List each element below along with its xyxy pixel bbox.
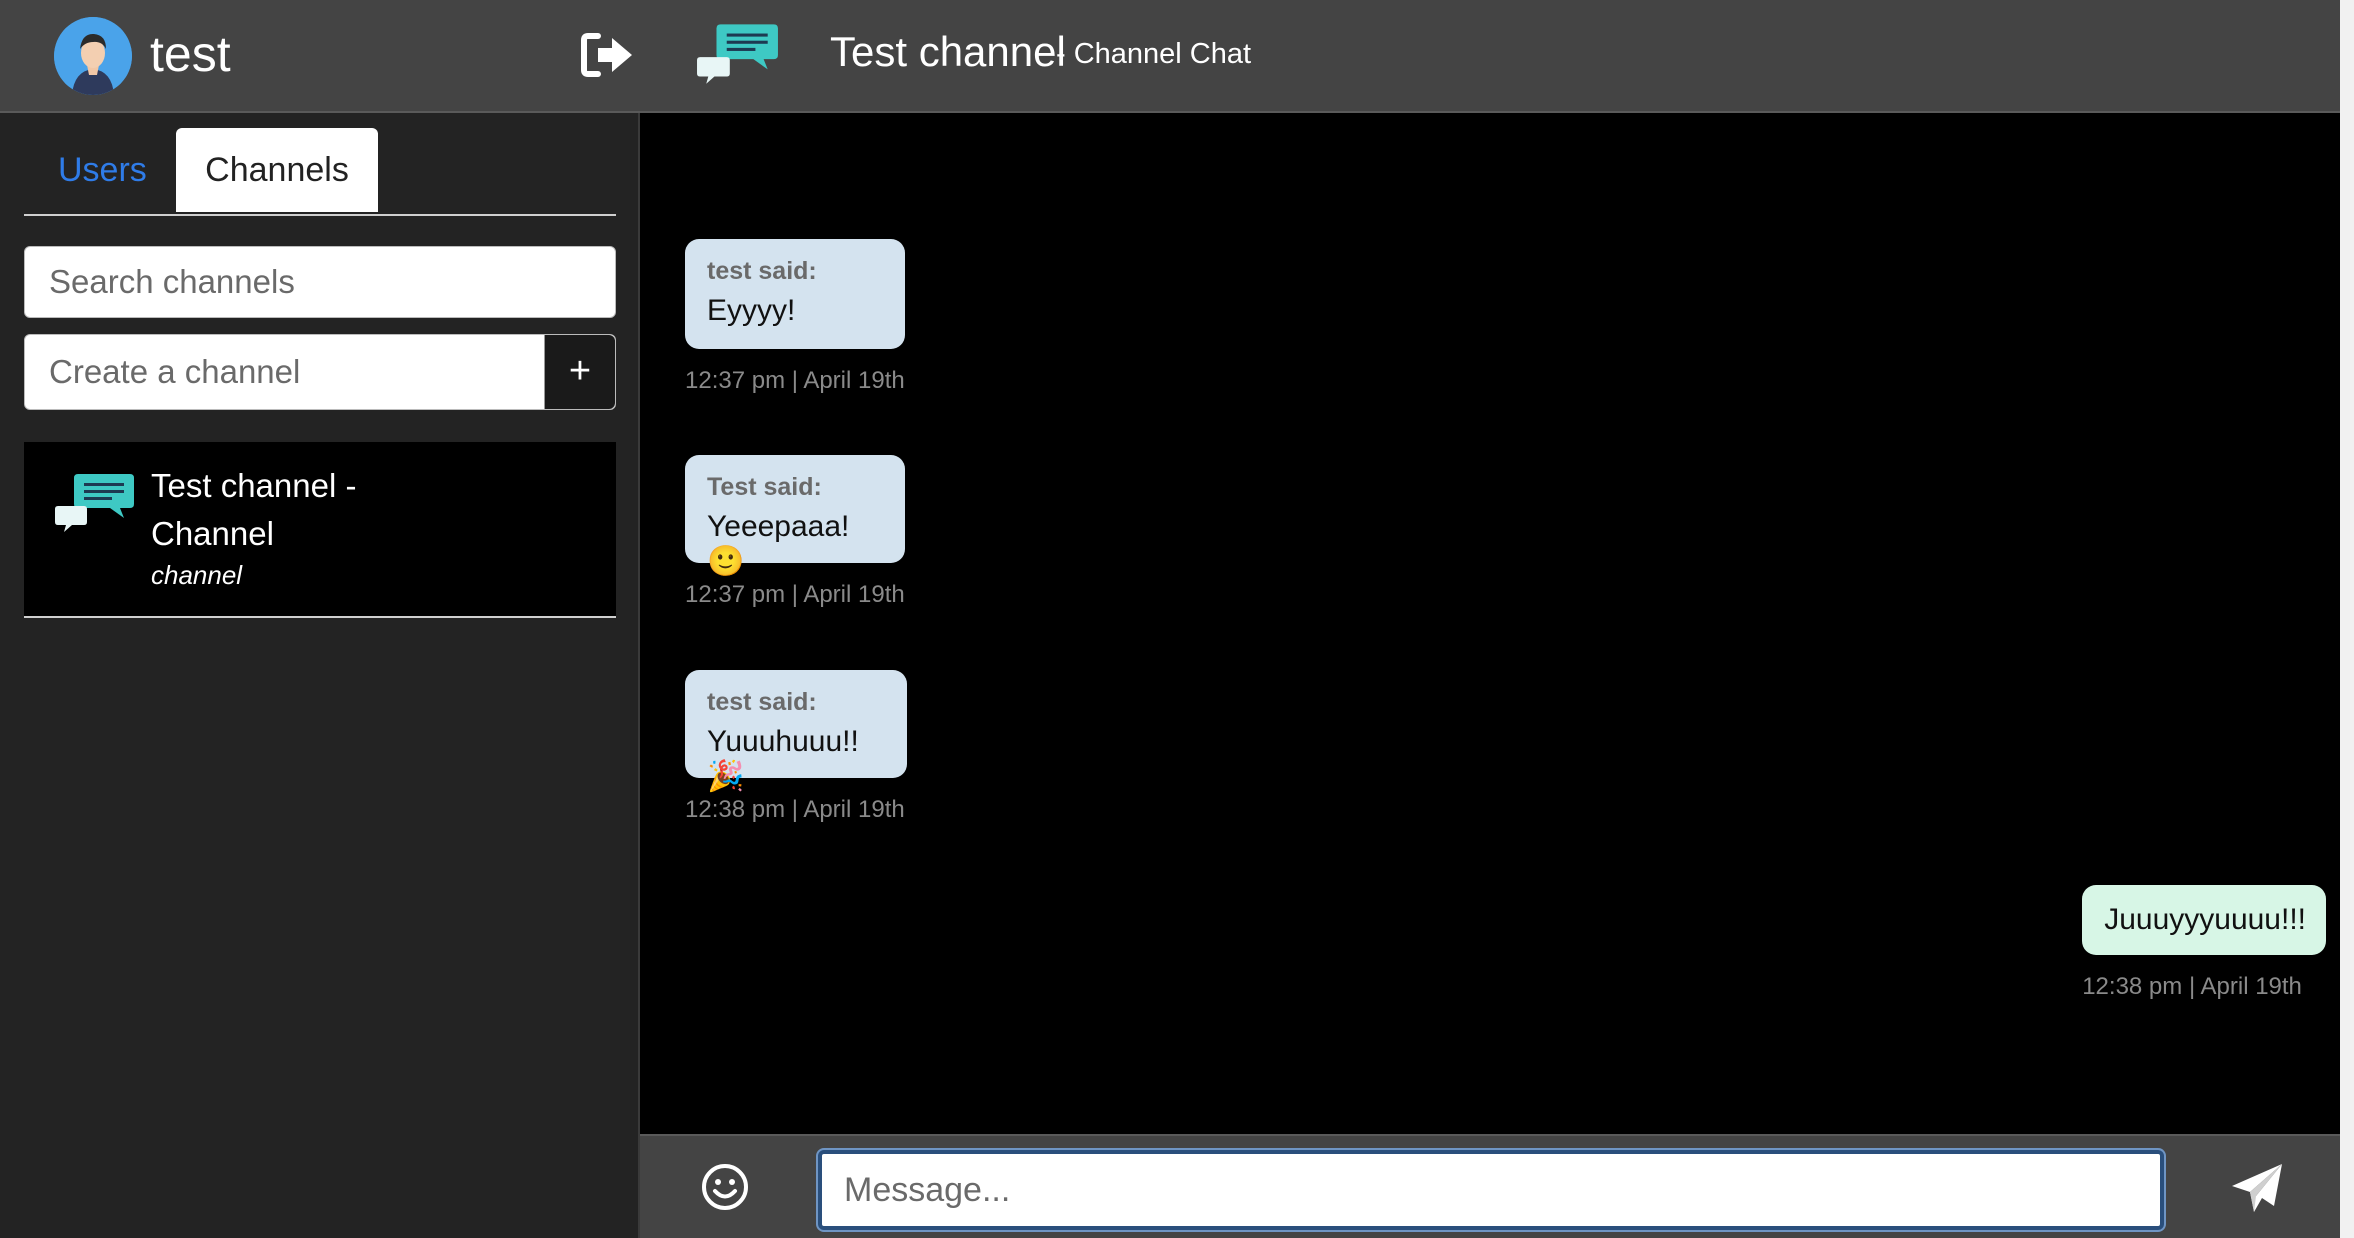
chat-bubbles-icon: [55, 474, 134, 532]
message-incoming: Test said: Yeeepaaa! 🙂 12:37 pm | April …: [685, 455, 905, 609]
message-text: Eyyyy!: [707, 294, 796, 327]
create-channel-field: +: [24, 334, 616, 410]
create-channel-input[interactable]: [25, 335, 545, 409]
search-channels-input[interactable]: [25, 247, 615, 317]
emoji-button[interactable]: [700, 1162, 750, 1212]
message-sender: test said:: [707, 257, 817, 285]
username: test: [150, 26, 231, 82]
search-channels-field: [24, 246, 616, 318]
message-sender: test said:: [707, 688, 817, 716]
message-sender: Test said:: [707, 473, 822, 501]
message-field: [818, 1150, 2164, 1230]
message-bubble: test said: Eyyyy!: [685, 239, 905, 349]
message-timestamp: 12:37 pm | April 19th: [685, 367, 905, 394]
chat-title: Test channel: [830, 28, 1066, 75]
chat-bubbles-icon: [697, 24, 778, 84]
chat-header: Test channel - Channel Chat: [640, 0, 2340, 113]
send-button[interactable]: [2230, 1162, 2284, 1214]
chat-subtitle: - Channel Chat: [1056, 38, 1252, 70]
tab-channels[interactable]: Channels: [176, 128, 378, 212]
channel-list-item[interactable]: Test channel - Channel channel: [24, 442, 616, 618]
message-bubble: test said: Yuuuhuuu!! 🎉: [685, 670, 907, 793]
message-bubble: Test said: Yeeepaaa! 🙂: [685, 455, 905, 578]
message-incoming: test said: Yuuuhuuu!! 🎉 12:38 pm | April…: [685, 670, 907, 824]
message-composer: [640, 1134, 2340, 1238]
send-paper-plane-icon: [2232, 1164, 2282, 1212]
logout-icon: [581, 33, 632, 77]
window-scrollbar[interactable]: [2340, 0, 2354, 1238]
sidebar: test Users Channels + Test channel - Cha…: [0, 0, 640, 1238]
message-incoming: test said: Eyyyy! 12:37 pm | April 19th: [685, 239, 905, 395]
sidebar-header: test: [0, 0, 640, 113]
channel-name: Test channel - Channel: [151, 467, 357, 552]
message-timestamp: 12:38 pm | April 19th: [685, 796, 905, 823]
message-text: Yeeepaaa! 🙂: [707, 510, 850, 578]
tab-users[interactable]: Users: [24, 128, 181, 212]
message-timestamp: 12:37 pm | April 19th: [685, 581, 905, 608]
create-channel-button[interactable]: +: [544, 335, 615, 409]
message-input[interactable]: [822, 1154, 2160, 1226]
chat-panel: Test channel - Channel Chat test said: E…: [640, 0, 2340, 1238]
message-outgoing: Juuuyyyuuuu!!! 12:38 pm | April 19th: [2082, 885, 2326, 1001]
message-text: Yuuuhuuu!! 🎉: [707, 725, 859, 793]
user-avatar[interactable]: [54, 17, 132, 95]
message-text: Juuuyyyuuuu!!!: [2104, 903, 2306, 936]
sidebar-tabs: Users Channels: [24, 128, 616, 216]
message-timestamp: 12:38 pm | April 19th: [2082, 973, 2302, 1000]
logout-button[interactable]: [580, 30, 636, 80]
channel-type: channel: [151, 560, 243, 590]
message-bubble: Juuuyyyuuuu!!!: [2082, 885, 2326, 955]
smiley-icon: [702, 1164, 748, 1210]
avatar-person-icon: [54, 17, 132, 95]
